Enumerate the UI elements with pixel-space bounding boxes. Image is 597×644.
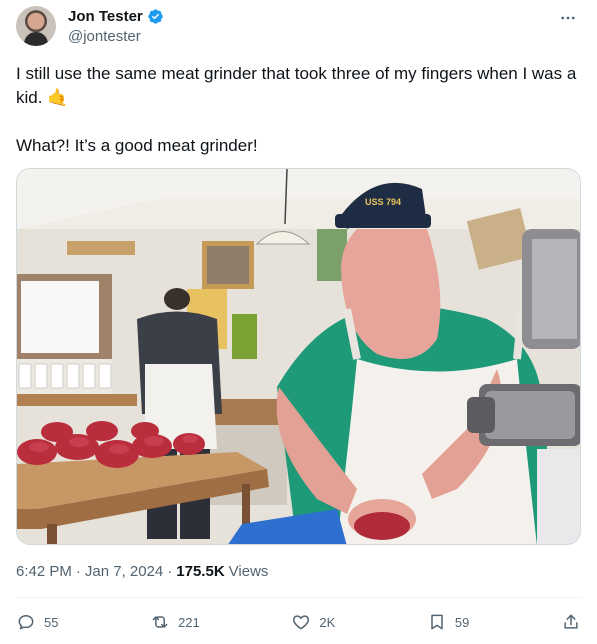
tweet-date[interactable]: Jan 7, 2024 [85, 563, 163, 580]
tweet-actions: 55 221 2K 59 [16, 608, 581, 636]
like-button[interactable]: 2K [291, 612, 335, 632]
author-name-row: Jon Tester [68, 8, 164, 25]
tweet-time[interactable]: 6:42 PM [16, 563, 72, 580]
repost-icon [152, 616, 168, 628]
bookmark-count: 59 [454, 614, 470, 630]
heart-icon [293, 615, 310, 630]
meta-separator-2: · [167, 563, 173, 580]
views-count: 175.5K [176, 563, 225, 580]
butcher-shop-photo: USS 794 [17, 169, 580, 544]
author-name[interactable]: Jon Tester [68, 8, 143, 25]
call-me-hand-emoji: 🤙 [47, 88, 69, 107]
cap-text: USS 794 [365, 197, 401, 207]
repost-button[interactable]: 221 [150, 612, 200, 632]
tweet-photo[interactable]: USS 794 [16, 168, 581, 545]
tweet-line-1-text: I still use the same meat grinder that t… [16, 64, 577, 107]
tweet-metadata: 6:42 PM · Jan 7, 2024 · 175.5K Views [16, 563, 268, 580]
more-options-icon[interactable] [556, 6, 580, 30]
share-button[interactable] [561, 612, 581, 632]
repost-count: 221 [178, 614, 200, 630]
tweet-header: Jon Tester @jontester [16, 6, 584, 50]
verified-badge-icon [148, 9, 163, 24]
divider [16, 597, 581, 598]
share-icon [564, 614, 578, 629]
meta-separator: · [75, 563, 81, 580]
tweet-text: I still use the same meat grinder that t… [16, 62, 582, 158]
like-count: 2K [319, 614, 336, 630]
reply-icon [18, 615, 34, 630]
tweet-line-2: What?! It’s a good meat grinder! [16, 136, 258, 155]
author-handle[interactable]: @jontester [68, 28, 141, 45]
bookmark-button[interactable]: 59 [427, 612, 469, 632]
reply-count: 55 [44, 614, 59, 630]
reply-button[interactable]: 55 [16, 612, 58, 632]
avatar[interactable] [16, 6, 56, 46]
tweet-line-1: I still use the same meat grinder that t… [16, 62, 582, 110]
bookmark-icon [431, 614, 443, 630]
views-label: Views [228, 563, 269, 580]
